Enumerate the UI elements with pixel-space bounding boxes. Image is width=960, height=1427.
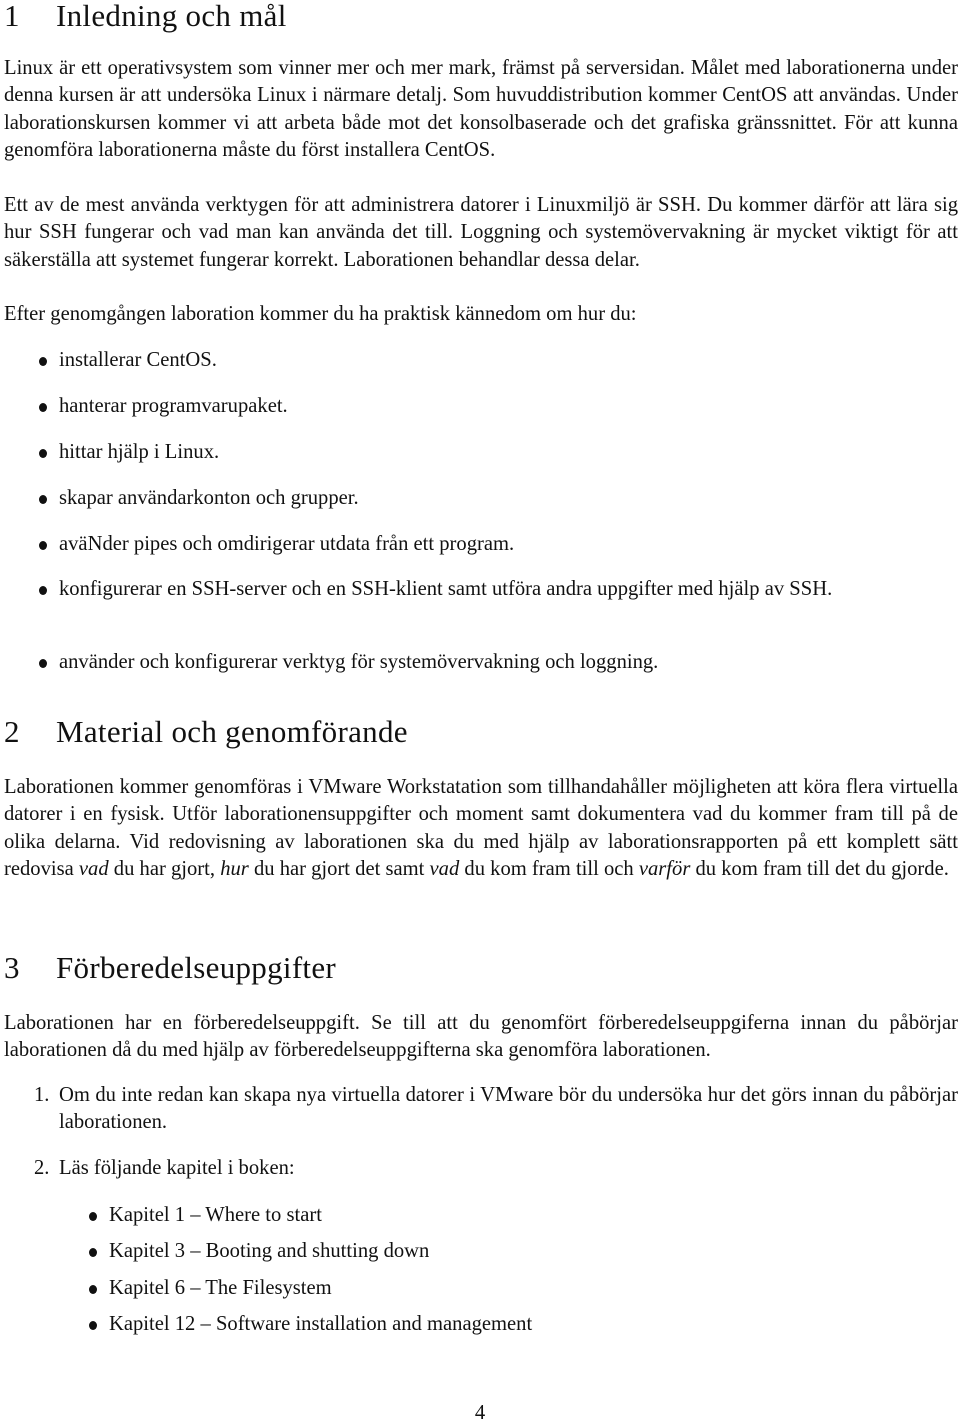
bullet-icon: [89, 1321, 97, 1330]
list-item: hanterar programvarupaket.: [4, 393, 958, 420]
text-run: du kom fram till och: [459, 857, 639, 880]
chapter-text: Kapitel 6 – The Filesystem: [109, 1277, 332, 1299]
bullet-icon: [89, 1248, 97, 1257]
list-item: konfigurerar en SSH-server och en SSH-kl…: [4, 576, 958, 603]
section-title: Material och genomförande: [56, 714, 408, 749]
section-title: Förberedelseuppgifter: [56, 950, 337, 985]
section-number: 1: [4, 0, 20, 33]
chapter-text: Kapitel 12 – Software installation and m…: [109, 1313, 533, 1335]
list-item-text: aväNder pipes och omdirigerar utdata frå…: [59, 533, 515, 555]
list-item-text: hanterar programvarupaket.: [59, 395, 288, 417]
emphasis-text: hur: [220, 857, 249, 880]
item-number: 2.: [34, 1157, 50, 1179]
chapter-item: Kapitel 1 – Where to start: [4, 1202, 958, 1229]
enumerated-item: 2. Läs följande kapitel i boken:: [4, 1155, 958, 1182]
paragraph: Linux är ett operativsystem som vinner m…: [4, 57, 958, 161]
list-item: skapar användarkonton och grupper.: [4, 485, 958, 512]
paragraph: Laborationen har en förberedelseuppgift.…: [4, 1012, 958, 1062]
section-title: Inledning och mål: [56, 0, 287, 33]
chapter-text: Kapitel 3 – Booting and shutting down: [109, 1240, 430, 1262]
section-heading-2: 2 Material och genomförande: [4, 714, 408, 750]
emphasis-text: vad: [78, 857, 109, 880]
section-number: 2: [4, 714, 20, 749]
emphasis-text: varför: [638, 857, 691, 880]
list-item-text: hittar hjälp i Linux.: [59, 441, 220, 463]
bullet-icon: [39, 495, 47, 504]
bullet-icon: [39, 449, 47, 458]
item-number: 1.: [34, 1084, 50, 1106]
bullet-icon: [39, 403, 47, 412]
bullet-icon: [39, 586, 47, 595]
chapter-item: Kapitel 12 – Software installation and m…: [4, 1311, 958, 1338]
paragraph: Ett av de mest använda verktygen för att…: [4, 194, 958, 271]
list-item-text: installerar CentOS.: [59, 349, 217, 371]
list-item: installerar CentOS.: [4, 347, 958, 374]
section-heading-1: 1 Inledning och mål: [4, 0, 287, 34]
list-item-text: konfigurerar en SSH-server och en SSH-kl…: [59, 578, 833, 600]
bullet-icon: [39, 659, 47, 668]
chapter-item: Kapitel 6 – The Filesystem: [4, 1275, 958, 1302]
enumerated-item: 1. Om du inte redan kan skapa nya virtue…: [4, 1082, 958, 1137]
enumerated-item-text: Om du inte redan kan skapa nya virtuella…: [59, 1084, 958, 1134]
chapter-item: Kapitel 3 – Booting and shutting down: [4, 1238, 958, 1265]
list-item-text: skapar användarkonton och grupper.: [59, 487, 359, 509]
bullet-icon: [89, 1285, 97, 1294]
bullet-icon: [39, 357, 47, 366]
chapter-text: Kapitel 1 – Where to start: [109, 1204, 322, 1226]
emphasis-text: vad: [429, 857, 460, 880]
list-item-text: använder och konfigurerar verktyg för sy…: [59, 651, 659, 673]
text-run: du kom fram till det du gjorde.: [690, 857, 949, 880]
list-item: aväNder pipes och omdirigerar utdata frå…: [4, 531, 958, 558]
list-item: använder och konfigurerar verktyg för sy…: [4, 649, 958, 676]
text-run: du har gjort det samt: [248, 857, 430, 880]
bullet-icon: [89, 1212, 97, 1221]
paragraph: Laborationen kommer genomföras i VMware …: [4, 774, 958, 883]
section-heading-3: 3 Förberedelseuppgifter: [4, 950, 336, 986]
bullet-icon: [39, 541, 47, 550]
section-number: 3: [4, 950, 20, 985]
text-run: du har gjort,: [108, 857, 221, 880]
page-number: 4: [474, 1402, 486, 1424]
paragraph: Efter genomgången laboration kommer du h…: [4, 303, 637, 325]
list-item: hittar hjälp i Linux.: [4, 439, 958, 466]
enumerated-item-text: Läs följande kapitel i boken:: [59, 1157, 295, 1179]
